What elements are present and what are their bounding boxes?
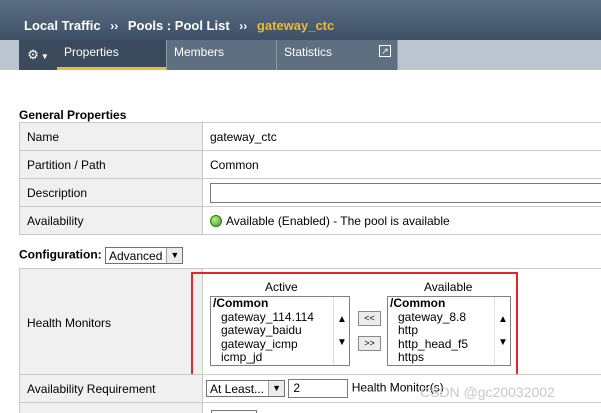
active-monitors-list[interactable]: /Common gateway_114.114 gateway_baidu ga…	[210, 296, 350, 366]
partial-row-label	[20, 403, 203, 413]
status-green-icon	[210, 215, 222, 228]
description-label: Description	[19, 178, 203, 207]
watermark: CSDN @gc20032002	[420, 384, 555, 400]
configuration-select[interactable]: Advanced ▼	[105, 247, 184, 264]
table-row	[19, 402, 601, 413]
breadcrumb-pool-list[interactable]: Pools : Pool List	[128, 18, 230, 33]
list-group-header: /Common	[213, 296, 269, 310]
list-item[interactable]: http_head_f5	[388, 337, 510, 352]
availability-value: Available (Enabled) - The pool is availa…	[226, 213, 450, 228]
availability-requirement-select-value: At Least...	[210, 382, 265, 396]
chevron-up-icon[interactable]: ▲	[334, 313, 349, 327]
move-left-button[interactable]: <<	[358, 311, 381, 326]
gear-menu-button[interactable]: ⚙ ▼	[19, 40, 57, 70]
chevron-down-icon: ▼	[166, 248, 183, 263]
breadcrumb-separator: ››	[239, 19, 248, 33]
tab-members-label: Members	[174, 45, 225, 59]
available-monitors-list[interactable]: /Common gateway_8.8 http http_head_f5 ht…	[387, 296, 511, 366]
tab-statistics[interactable]: Statistics ↗	[277, 40, 398, 70]
scrollbar[interactable]: ▲ ▼	[333, 297, 349, 365]
external-link-icon[interactable]: ↗	[379, 45, 391, 57]
configuration-row: Configuration: Advanced ▼	[19, 247, 184, 264]
table-row: Description	[19, 178, 601, 207]
breadcrumb-section[interactable]: Local Traffic	[24, 18, 101, 33]
tab-members[interactable]: Members	[167, 40, 277, 70]
configuration-select-value: Advanced	[109, 249, 163, 263]
list-item[interactable]: gateway_114.114	[211, 310, 349, 325]
available-column-title: Available	[424, 280, 473, 294]
availability-requirement-label: Availability Requirement	[19, 374, 203, 403]
breadcrumb: Local Traffic ›› Pools : Pool List ›› ga…	[0, 0, 601, 40]
table-row: Availability Available (Enabled) - The p…	[19, 206, 601, 235]
breadcrumb-current: gateway_ctc	[256, 18, 335, 33]
list-group-header: /Common	[390, 296, 446, 310]
configuration-label: Configuration:	[19, 247, 102, 262]
availability-label: Availability	[19, 206, 203, 235]
partition-label: Partition / Path	[19, 150, 203, 179]
table-row: Partition / Path Common	[19, 150, 601, 179]
gear-icon: ⚙	[27, 47, 39, 62]
general-properties-table: Name gateway_ctc Partition / Path Common…	[19, 122, 601, 235]
table-row: Name gateway_ctc	[19, 122, 601, 151]
list-item[interactable]: icmp_jd	[211, 350, 349, 365]
scrollbar[interactable]: ▲ ▼	[494, 297, 510, 365]
list-item[interactable]: gateway_8.8	[388, 310, 510, 325]
partition-value: Common	[202, 150, 601, 179]
monitor-count-input[interactable]: 2	[288, 379, 349, 398]
list-item[interactable]: gateway_icmp	[211, 337, 349, 352]
chevron-down-icon: ▼	[40, 52, 49, 61]
list-item[interactable]: http	[388, 323, 510, 338]
chevron-down-icon[interactable]: ▼	[334, 336, 349, 350]
chevron-down-icon[interactable]: ▼	[495, 336, 510, 350]
list-item[interactable]: gateway_baidu	[211, 323, 349, 338]
tab-statistics-label: Statistics	[284, 45, 333, 59]
list-item[interactable]: https	[388, 350, 510, 365]
health-monitors-selector: Active Available /Common gateway_114.114…	[191, 272, 518, 376]
name-value: gateway_ctc	[202, 122, 601, 151]
active-column-title: Active	[265, 280, 298, 294]
tab-properties-label: Properties	[64, 45, 119, 59]
availability-requirement-select[interactable]: At Least... ▼	[206, 380, 286, 397]
name-label: Name	[19, 122, 203, 151]
chevron-up-icon[interactable]: ▲	[495, 313, 510, 327]
tab-properties[interactable]: Properties	[57, 40, 167, 70]
general-properties-title: General Properties	[19, 108, 127, 122]
description-input[interactable]	[210, 182, 601, 203]
chevron-down-icon: ▼	[268, 381, 285, 396]
move-right-button[interactable]: >>	[358, 336, 381, 351]
health-monitors-label: Health Monitors	[19, 268, 203, 377]
breadcrumb-separator: ››	[110, 19, 119, 33]
